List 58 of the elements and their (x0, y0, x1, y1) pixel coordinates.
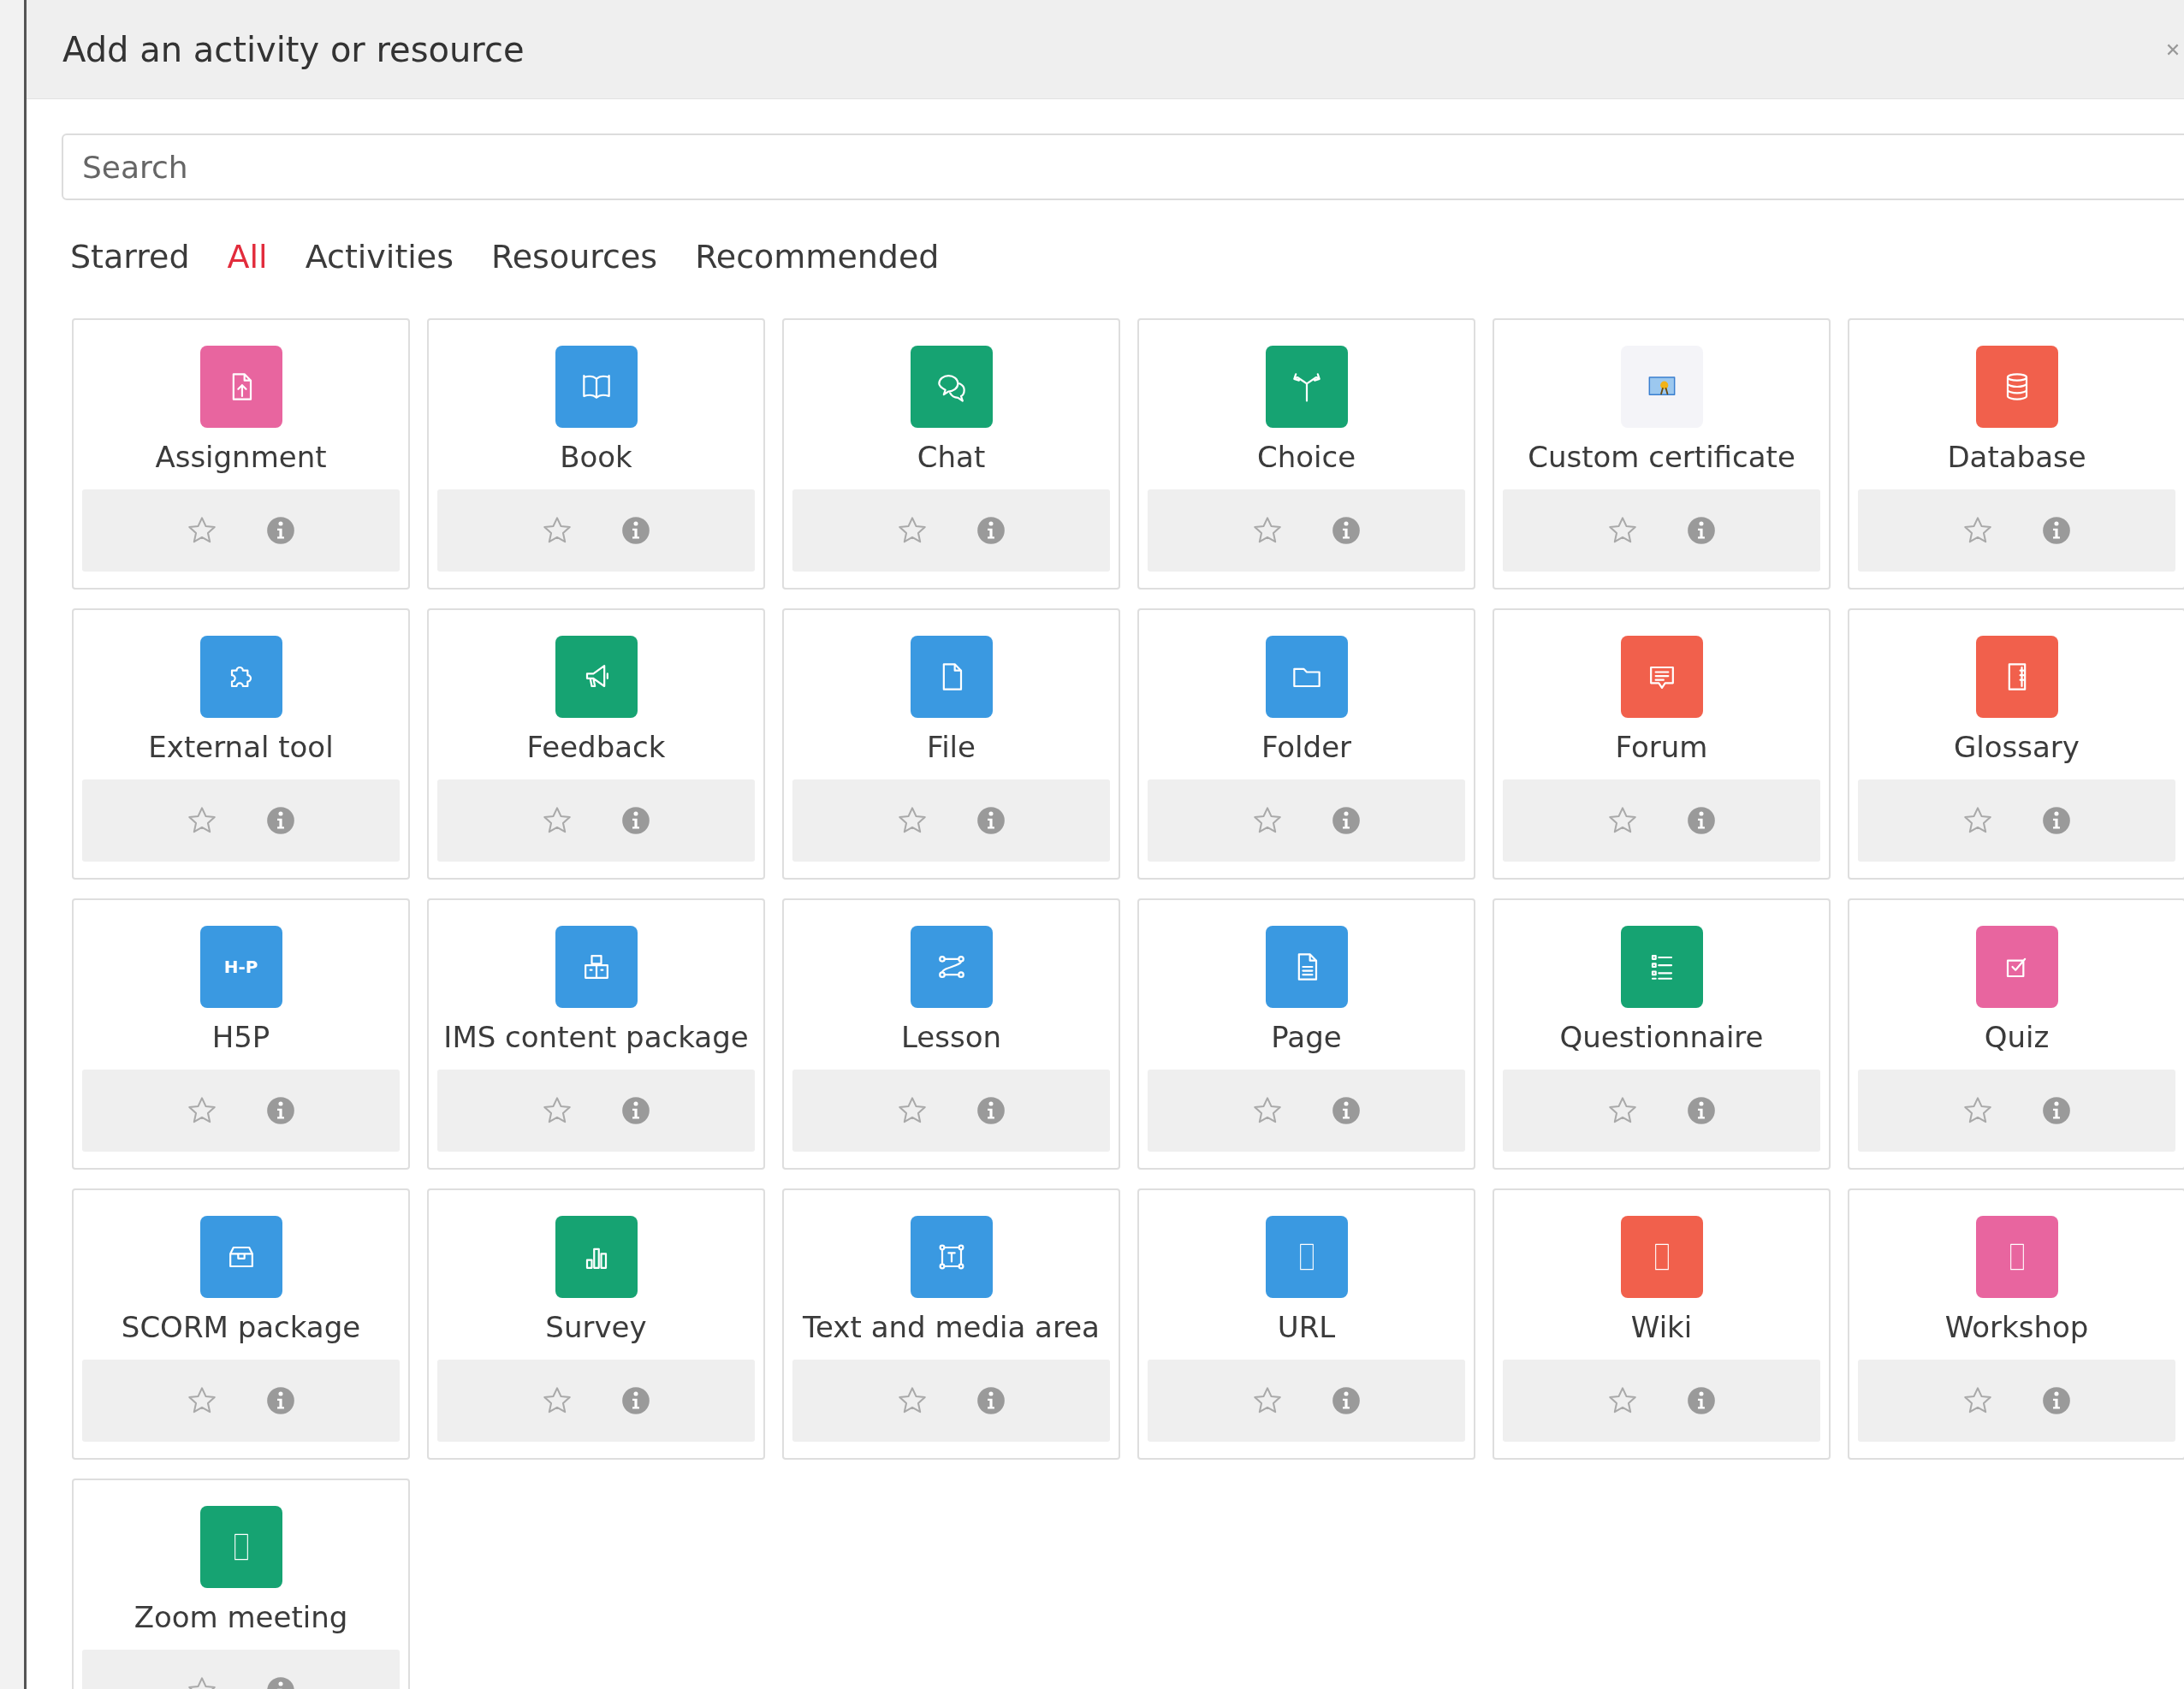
activity-name: Chat (917, 440, 986, 474)
activity-card[interactable]: Chat (782, 318, 1120, 590)
activity-name: H5P (211, 1020, 270, 1054)
activity-name: Text and media area (803, 1310, 1100, 1344)
filter-tab[interactable]: Starred (67, 229, 193, 284)
activity-name: IMS content package (443, 1020, 749, 1054)
activity-card[interactable]: Lesson (782, 898, 1120, 1170)
activity-card[interactable]: Choice (1137, 318, 1475, 590)
activity-name: Assignment (155, 440, 327, 474)
activity-name: Glossary (1954, 730, 2080, 764)
activity-name: Feedback (526, 730, 666, 764)
activity-card[interactable]: Wiki (1493, 1188, 1831, 1460)
filter-tab[interactable]: Resources (488, 229, 662, 284)
activity-card[interactable]: Book (427, 318, 765, 590)
activity-card[interactable]: Workshop (1848, 1188, 2184, 1460)
activity-name: File (927, 730, 976, 764)
activity-card[interactable]: Text and media area (782, 1188, 1120, 1460)
activity-name: URL (1277, 1310, 1336, 1344)
activity-name: Workshop (1944, 1310, 2089, 1344)
activity-card[interactable]: H-P H5P (72, 898, 410, 1170)
activity-card[interactable]: SCORM package (72, 1188, 410, 1460)
activity-card[interactable]: File (782, 608, 1120, 880)
filter-tab[interactable]: All (223, 229, 271, 284)
activity-card[interactable]: Custom certificate (1493, 318, 1831, 590)
activity-card[interactable]: Database (1848, 318, 2184, 590)
activity-name: Lesson (900, 1020, 1001, 1054)
logo-icon: H-P (199, 926, 282, 1008)
activity-card[interactable]: External tool (72, 608, 410, 880)
activity-name: Folder (1261, 730, 1352, 764)
activity-card[interactable]: Forum (1493, 608, 1831, 880)
filter-tab[interactable]: Activities (301, 229, 458, 284)
activity-name: Zoom meeting (134, 1600, 348, 1634)
activity-name: Survey (545, 1310, 647, 1344)
activity-name: Choice (1256, 440, 1356, 474)
dialog-title: Add an activity or resource (62, 29, 525, 69)
activity-name: Questionnaire (1559, 1020, 1764, 1054)
activity-card[interactable]: Survey (427, 1188, 765, 1460)
search-field[interactable]: Search (62, 133, 2184, 200)
activity-card[interactable]: IMS content package (427, 898, 765, 1170)
activity-name: Book (560, 440, 632, 474)
activity-name: SCORM package (121, 1310, 361, 1344)
activity-name: Forum (1615, 730, 1708, 764)
activity-card[interactable]: Glossary (1848, 608, 2184, 880)
activity-card[interactable]: Assignment (72, 318, 410, 590)
activity-card[interactable]: URL (1137, 1188, 1475, 1460)
activity-name: Custom certificate (1528, 440, 1795, 474)
activity-name: Wiki (1630, 1310, 1693, 1344)
activity-name: Page (1271, 1020, 1342, 1054)
activity-card[interactable]: Folder (1137, 608, 1475, 880)
activity-card[interactable]: Questionnaire (1493, 898, 1831, 1170)
filter-tab[interactable]: Recommended (691, 229, 943, 284)
activity-name: Database (1947, 440, 2086, 474)
activity-card[interactable]: Quiz (1848, 898, 2184, 1170)
activity-name: External tool (148, 730, 334, 764)
activity-name: Quiz (1984, 1020, 2050, 1054)
activity-card[interactable]: Feedback (427, 608, 765, 880)
activity-card[interactable]: Zoom meeting (72, 1479, 410, 1689)
activity-card[interactable]: Page (1137, 898, 1475, 1170)
